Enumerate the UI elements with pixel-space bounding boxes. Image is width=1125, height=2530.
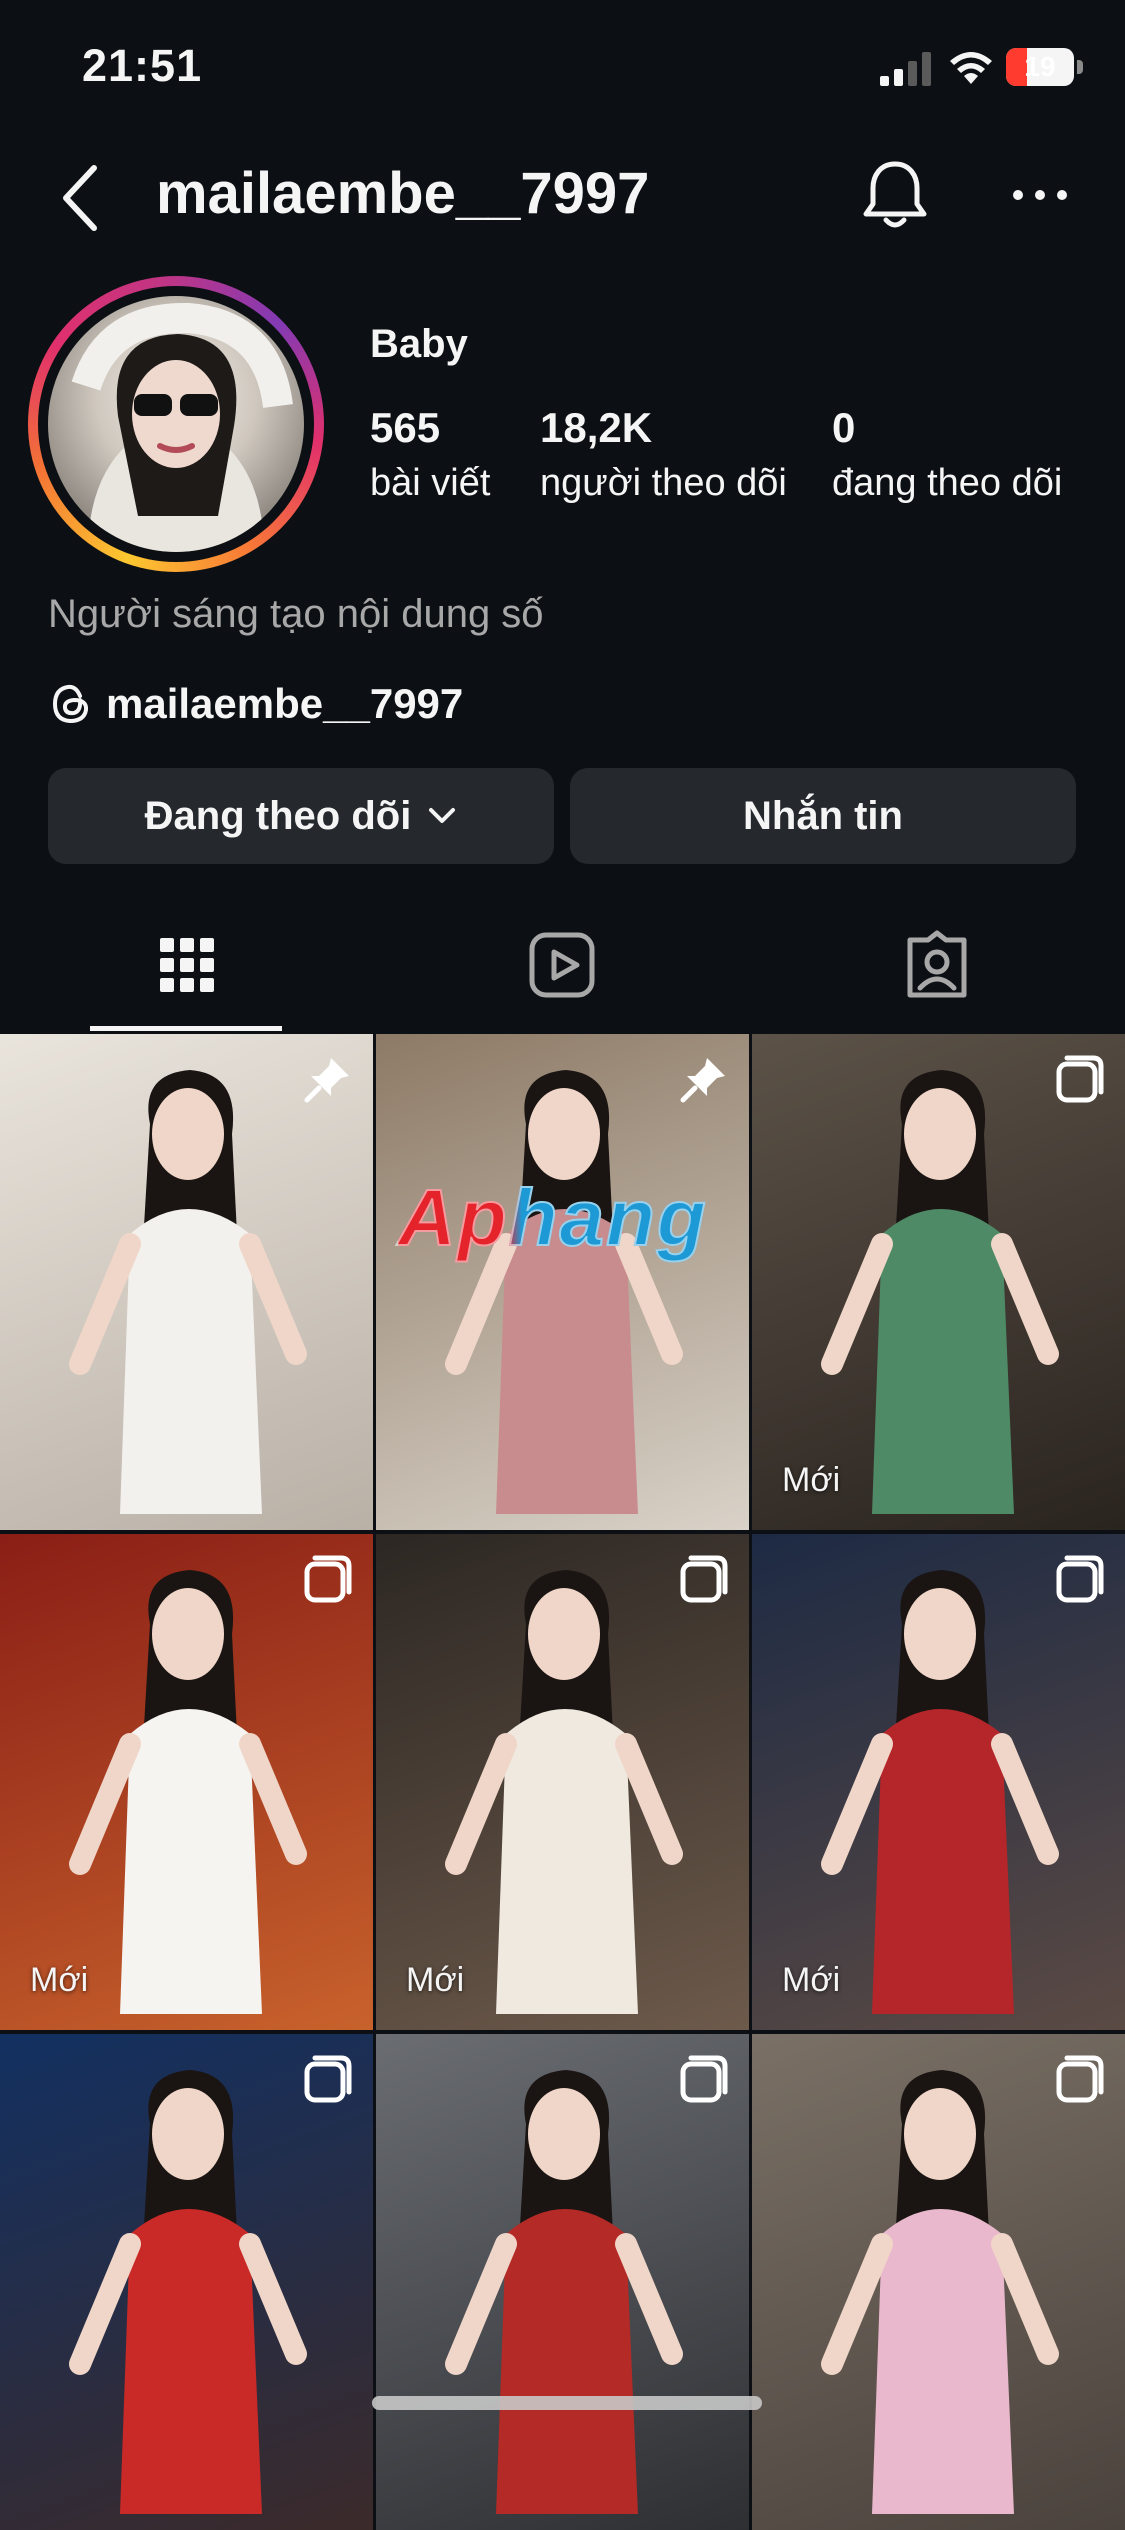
stat-following-count: 0 bbox=[832, 404, 856, 451]
cellular-signal-icon bbox=[880, 52, 931, 86]
avatar-photo bbox=[48, 296, 304, 552]
reels-icon[interactable] bbox=[527, 930, 597, 1000]
post-photo bbox=[445, 2070, 683, 2514]
stat-posts-label: bài viết bbox=[370, 462, 491, 504]
battery-cap bbox=[1077, 60, 1083, 74]
stat-following-label: đang theo dõi bbox=[832, 462, 1063, 504]
threads-handle: mailaembe__7997 bbox=[106, 680, 464, 727]
carousel-icon bbox=[677, 1552, 731, 1606]
post-tile[interactable] bbox=[376, 1034, 749, 1530]
selected-tab-indicator bbox=[90, 1026, 282, 1031]
profile-username: mailaembe__7997 bbox=[156, 161, 650, 226]
stat-posts[interactable]: 565 bài viết bbox=[370, 404, 490, 505]
status-time: 21:51 bbox=[82, 40, 203, 91]
message-button-label: Nhắn tin bbox=[743, 793, 903, 838]
notification-bell-icon[interactable] bbox=[860, 158, 930, 234]
post-tile[interactable] bbox=[752, 2034, 1125, 2530]
post-photo bbox=[69, 1070, 307, 1514]
stat-followers-label: người theo dõi bbox=[540, 462, 787, 504]
carousel-icon bbox=[1053, 1052, 1107, 1106]
battery-indicator: 19 bbox=[1006, 48, 1086, 86]
following-button-label: Đang theo dõi bbox=[144, 793, 412, 838]
post-photo bbox=[69, 1570, 307, 2014]
post-photo bbox=[821, 2070, 1059, 2514]
wifi-icon bbox=[950, 52, 992, 84]
back-chevron-icon[interactable] bbox=[52, 160, 112, 236]
stat-followers[interactable]: 18,2K người theo dõi bbox=[540, 404, 787, 505]
post-photo bbox=[69, 2070, 307, 2514]
more-options-icon[interactable] bbox=[1010, 180, 1070, 210]
display-name: Baby bbox=[370, 322, 468, 366]
new-post-label: Mới bbox=[30, 1961, 89, 1999]
stat-following[interactable]: 0 đang theo dõi bbox=[832, 404, 1062, 505]
carousel-icon bbox=[301, 1552, 355, 1606]
following-button[interactable]: Đang theo dõi bbox=[48, 768, 554, 864]
pin-icon bbox=[677, 1052, 731, 1106]
watermark: Aphang bbox=[397, 1172, 708, 1263]
post-photo bbox=[445, 1070, 683, 1514]
carousel-icon bbox=[677, 2052, 731, 2106]
tagged-icon[interactable] bbox=[902, 930, 972, 1000]
stat-posts-count: 565 bbox=[370, 404, 441, 451]
new-post-label: Mới bbox=[406, 1961, 465, 1999]
post-photo bbox=[821, 1070, 1059, 1514]
new-post-label: Mới bbox=[782, 1461, 841, 1499]
message-button[interactable]: Nhắn tin bbox=[570, 768, 1076, 864]
post-photo bbox=[821, 1570, 1059, 2014]
threads-link[interactable]: mailaembe__7997 bbox=[50, 680, 463, 728]
post-tile[interactable]: Mới bbox=[752, 1534, 1125, 2030]
profile-avatar[interactable] bbox=[28, 276, 324, 572]
carousel-icon bbox=[1053, 2052, 1107, 2106]
threads-icon bbox=[52, 684, 89, 724]
battery-percentage: 19 bbox=[1024, 51, 1056, 82]
pin-icon bbox=[301, 1052, 355, 1106]
post-tile[interactable] bbox=[0, 1034, 373, 1530]
stat-followers-count: 18,2K bbox=[540, 404, 653, 451]
grid-icon[interactable] bbox=[152, 930, 222, 1000]
post-tile[interactable] bbox=[0, 2034, 373, 2530]
post-photo bbox=[445, 1570, 683, 2014]
post-tile[interactable] bbox=[376, 2034, 749, 2530]
carousel-icon bbox=[301, 2052, 355, 2106]
avatar-portrait-icon bbox=[71, 302, 293, 552]
new-post-label: Mới bbox=[782, 1961, 841, 1999]
carousel-icon bbox=[1053, 1552, 1107, 1606]
post-tile[interactable]: Mới bbox=[752, 1034, 1125, 1530]
home-indicator[interactable] bbox=[372, 2396, 762, 2410]
post-tile[interactable]: Mới bbox=[0, 1534, 373, 2030]
chevron-down-icon bbox=[429, 808, 456, 823]
post-tile[interactable]: Mới bbox=[376, 1534, 749, 2030]
profile-category: Người sáng tạo nội dung số bbox=[48, 592, 544, 636]
